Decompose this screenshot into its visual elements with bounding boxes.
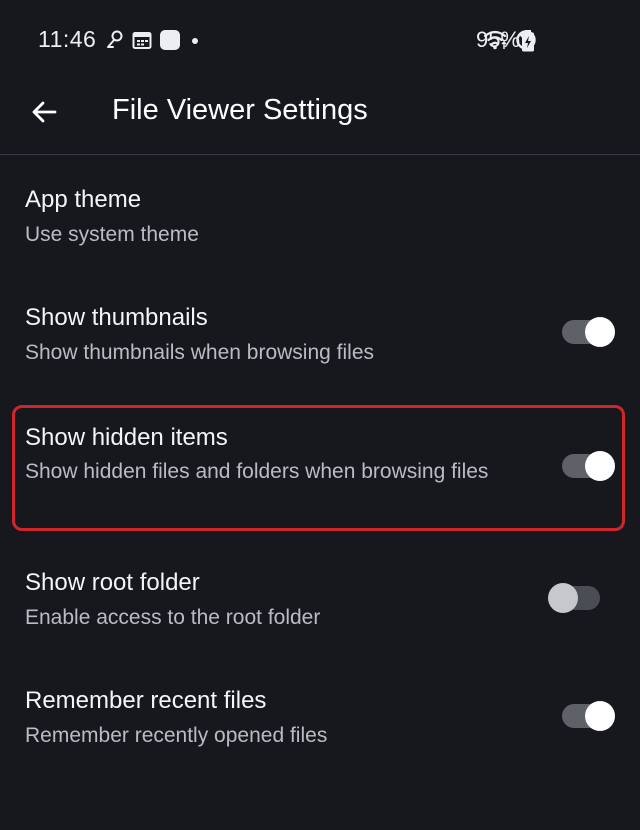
settings-screen: 11:46 95% File Viewer Settings App theme…	[0, 0, 640, 830]
setting-subtitle: Use system theme	[25, 223, 199, 246]
toggle-thumb	[585, 701, 615, 731]
setting-subtitle: Show hidden files and folders when brows…	[25, 460, 489, 483]
app-bar: File Viewer Settings	[0, 82, 640, 154]
setting-title: Show hidden items	[25, 424, 228, 451]
setting-show-root-folder[interactable]: Show root folder Enable access to the ro…	[0, 555, 640, 655]
status-bar: 11:46 95%	[0, 0, 640, 82]
battery-charging-icon	[522, 30, 534, 52]
setting-show-hidden-items[interactable]: Show hidden items Show hidden files and …	[0, 408, 640, 528]
battery-percent: 95%	[476, 27, 521, 52]
show-hidden-items-toggle[interactable]	[562, 451, 615, 481]
setting-app-theme[interactable]: App theme Use system theme	[0, 172, 640, 262]
status-time: 11:46	[38, 26, 97, 52]
app-icon	[160, 30, 180, 50]
toggle-thumb	[585, 317, 615, 347]
dot-icon	[192, 38, 198, 44]
assistant-icon	[107, 30, 123, 48]
setting-subtitle: Enable access to the root folder	[25, 606, 321, 629]
back-button[interactable]	[22, 90, 66, 134]
app-bar-divider	[0, 154, 640, 155]
setting-title: Show thumbnails	[25, 304, 208, 331]
setting-subtitle: Show thumbnails when browsing files	[25, 341, 375, 364]
setting-show-thumbnails[interactable]: Show thumbnails Show thumbnails when bro…	[0, 290, 640, 390]
toggle-thumb	[585, 451, 615, 481]
arrow-left-icon	[32, 101, 57, 123]
setting-remember-recent-files[interactable]: Remember recent files Remember recently …	[0, 673, 640, 773]
toggle-thumb	[548, 583, 578, 613]
setting-title: Remember recent files	[25, 687, 267, 714]
page-title: File Viewer Settings	[112, 94, 368, 126]
setting-title: App theme	[25, 186, 142, 213]
show-thumbnails-toggle[interactable]	[562, 317, 615, 347]
calendar-icon	[132, 32, 152, 49]
remember-recent-files-toggle[interactable]	[562, 701, 615, 731]
setting-subtitle: Remember recently opened files	[25, 724, 328, 747]
setting-title: Show root folder	[25, 569, 200, 596]
show-root-folder-toggle[interactable]	[548, 583, 600, 613]
status-icons-left	[105, 29, 202, 51]
